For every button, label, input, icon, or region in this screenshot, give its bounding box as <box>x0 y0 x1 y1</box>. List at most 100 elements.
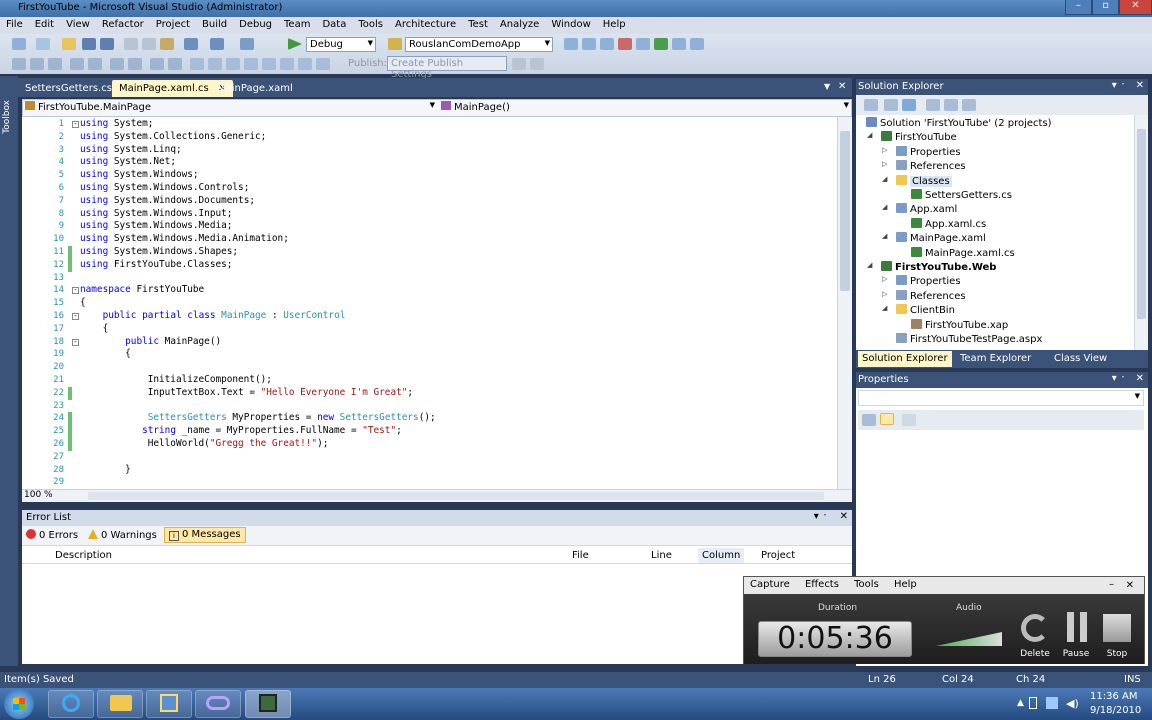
delete-icon[interactable] <box>1021 614 1049 642</box>
column-description[interactable]: Description <box>55 550 112 561</box>
se-show-all-icon[interactable] <box>884 99 898 111</box>
redo-icon[interactable] <box>210 38 224 50</box>
delete-button[interactable]: Delete <box>1017 649 1053 659</box>
tree-item[interactable]: Solution 'FirstYouTube' (2 projects) <box>866 117 1052 131</box>
menu-data[interactable]: Data <box>316 17 352 30</box>
tab-solution-explorer[interactable]: Solution Explorer <box>858 351 952 367</box>
tree-item[interactable]: ▷ References <box>882 289 966 304</box>
tree-item[interactable]: ◢ FirstYouTube.Web <box>867 261 996 275</box>
code-line[interactable]: public partial class MainPage : UserCont… <box>80 310 346 323</box>
warnings-filter-button[interactable]: 0 Warnings <box>88 529 157 541</box>
start-debugging-icon[interactable] <box>288 38 302 50</box>
menu-window[interactable]: Window <box>545 17 596 30</box>
tree-item[interactable]: App.xaml.cs <box>911 217 986 232</box>
uncomment-icon[interactable] <box>88 58 102 70</box>
zoom-level[interactable]: 100 % <box>24 490 53 500</box>
code-line[interactable]: public MainPage() <box>80 336 221 349</box>
code-line[interactable]: namespace FirstYouTube <box>80 284 204 297</box>
command-window-icon[interactable] <box>690 38 704 50</box>
menu-build[interactable]: Build <box>196 17 233 30</box>
bookmark-icon[interactable] <box>150 58 164 70</box>
menu-team[interactable]: Team <box>278 17 316 30</box>
code-line[interactable]: string _name = MyProperties.FullName = "… <box>80 425 402 438</box>
outline-collapse-icon[interactable]: - <box>72 313 79 320</box>
pause-button[interactable]: Pause <box>1058 649 1094 659</box>
code-line[interactable]: using System.Windows.Documents; <box>80 195 255 208</box>
property-pages-icon[interactable] <box>902 414 916 426</box>
align-left-icon[interactable] <box>110 58 124 70</box>
border-icon[interactable] <box>262 58 276 70</box>
menu-refactor[interactable]: Refactor <box>96 17 150 30</box>
stop-icon[interactable] <box>1103 614 1131 642</box>
tab-team-explorer[interactable]: Team Explorer <box>956 351 1035 367</box>
cut-icon[interactable] <box>124 38 138 50</box>
publish-settings-select[interactable]: Create Publish Settings <box>387 56 507 80</box>
code-line[interactable]: } <box>80 464 131 477</box>
solution-explorer-icon[interactable] <box>564 38 578 50</box>
expand-icon[interactable]: ◢ <box>882 232 887 240</box>
expand-icon[interactable]: ▷ <box>882 146 887 154</box>
tray-network-icon[interactable] <box>1046 697 1058 709</box>
toolbox-tab[interactable]: Toolbox <box>2 100 12 134</box>
messages-filter-button[interactable]: i0 Messages <box>164 527 246 543</box>
code-line[interactable]: { <box>80 297 86 310</box>
code-line[interactable]: InitializeComponent(); <box>80 374 272 387</box>
code-line[interactable]: using System.Windows; <box>80 169 199 182</box>
column-file[interactable]: File <box>572 550 589 561</box>
new-project-icon[interactable] <box>12 38 26 50</box>
canvas-icon[interactable] <box>244 58 258 70</box>
tree-item[interactable]: ▷ Properties <box>882 275 961 289</box>
menu-edit[interactable]: Edit <box>29 17 60 30</box>
categorized-icon[interactable] <box>862 414 876 426</box>
se-view-designer-icon[interactable] <box>944 99 958 111</box>
save-icon[interactable] <box>82 38 96 50</box>
se-view-code-icon[interactable] <box>926 99 940 111</box>
indent-icon[interactable] <box>30 58 44 70</box>
tab-mainpage-xaml[interactable]: MainPage.xaml <box>210 80 300 97</box>
tree-item[interactable]: ◢ MainPage.xaml <box>882 232 986 246</box>
toolbox-icon[interactable] <box>618 38 632 50</box>
tray-volume-icon[interactable]: ◀) <box>1066 697 1079 710</box>
se-pin-icon[interactable]: ▾ ᛫ <box>1112 80 1126 91</box>
code-line[interactable]: SettersGetters MyProperties = new Setter… <box>80 412 436 425</box>
code-line[interactable]: InputTextBox.Text = "Hello Everyone I'm … <box>80 387 413 400</box>
find-icon[interactable] <box>388 38 402 50</box>
code-line[interactable]: using System.Linq; <box>80 144 182 157</box>
navigate-back-icon[interactable] <box>240 38 254 50</box>
editor-horizontal-scrollbar[interactable]: 100 % <box>22 489 852 502</box>
props-close-icon[interactable]: ✕ <box>1136 373 1144 384</box>
save-all-icon[interactable] <box>100 38 114 50</box>
tree-item[interactable]: FirstYouTube.xap <box>911 318 1008 333</box>
tree-item[interactable]: ◢ Classes <box>882 174 952 189</box>
outline-collapse-icon[interactable]: - <box>72 287 79 295</box>
menu-analyze[interactable]: Analyze <box>494 17 545 30</box>
properties-icon[interactable] <box>582 38 596 50</box>
error-list-menu-icon[interactable]: ▾ ᛫ <box>814 511 828 522</box>
minimize-button[interactable]: – <box>1065 0 1092 15</box>
code-line[interactable]: { <box>80 323 109 336</box>
tree-item[interactable]: SettersGetters.cs <box>911 189 1012 203</box>
maximize-button[interactable]: ▫ <box>1092 0 1119 15</box>
column-line[interactable]: Line <box>651 550 672 561</box>
expand-icon[interactable]: ◢ <box>882 304 887 312</box>
code-line[interactable]: { <box>80 348 131 361</box>
publish-web-icon[interactable] <box>512 58 526 70</box>
se-close-icon[interactable]: ✕ <box>1136 80 1144 91</box>
recorder-menu-tools[interactable]: Tools <box>848 577 885 592</box>
code-line[interactable]: using System; <box>80 118 153 131</box>
tree-item[interactable]: ▷ References <box>882 160 966 174</box>
expand-icon[interactable]: ◢ <box>867 131 872 139</box>
props-pin-icon[interactable]: ▾ ᛫ <box>1112 373 1126 384</box>
column-column[interactable]: Column <box>698 548 745 563</box>
expand-icon[interactable]: ▷ <box>882 160 887 168</box>
properties-object-select[interactable]: ▼ <box>858 390 1144 406</box>
extension-manager-icon[interactable] <box>672 38 686 50</box>
group-icon[interactable] <box>280 58 294 70</box>
code-line[interactable]: HelloWorld("Gregg the Great!!"); <box>80 438 329 451</box>
se-properties-icon[interactable] <box>864 99 878 111</box>
se-refresh-icon[interactable] <box>902 99 916 111</box>
outline-collapse-icon[interactable]: - <box>72 338 79 346</box>
undo-icon[interactable] <box>184 38 198 50</box>
comment-icon[interactable] <box>70 58 84 70</box>
stack-icon[interactable] <box>226 58 240 70</box>
